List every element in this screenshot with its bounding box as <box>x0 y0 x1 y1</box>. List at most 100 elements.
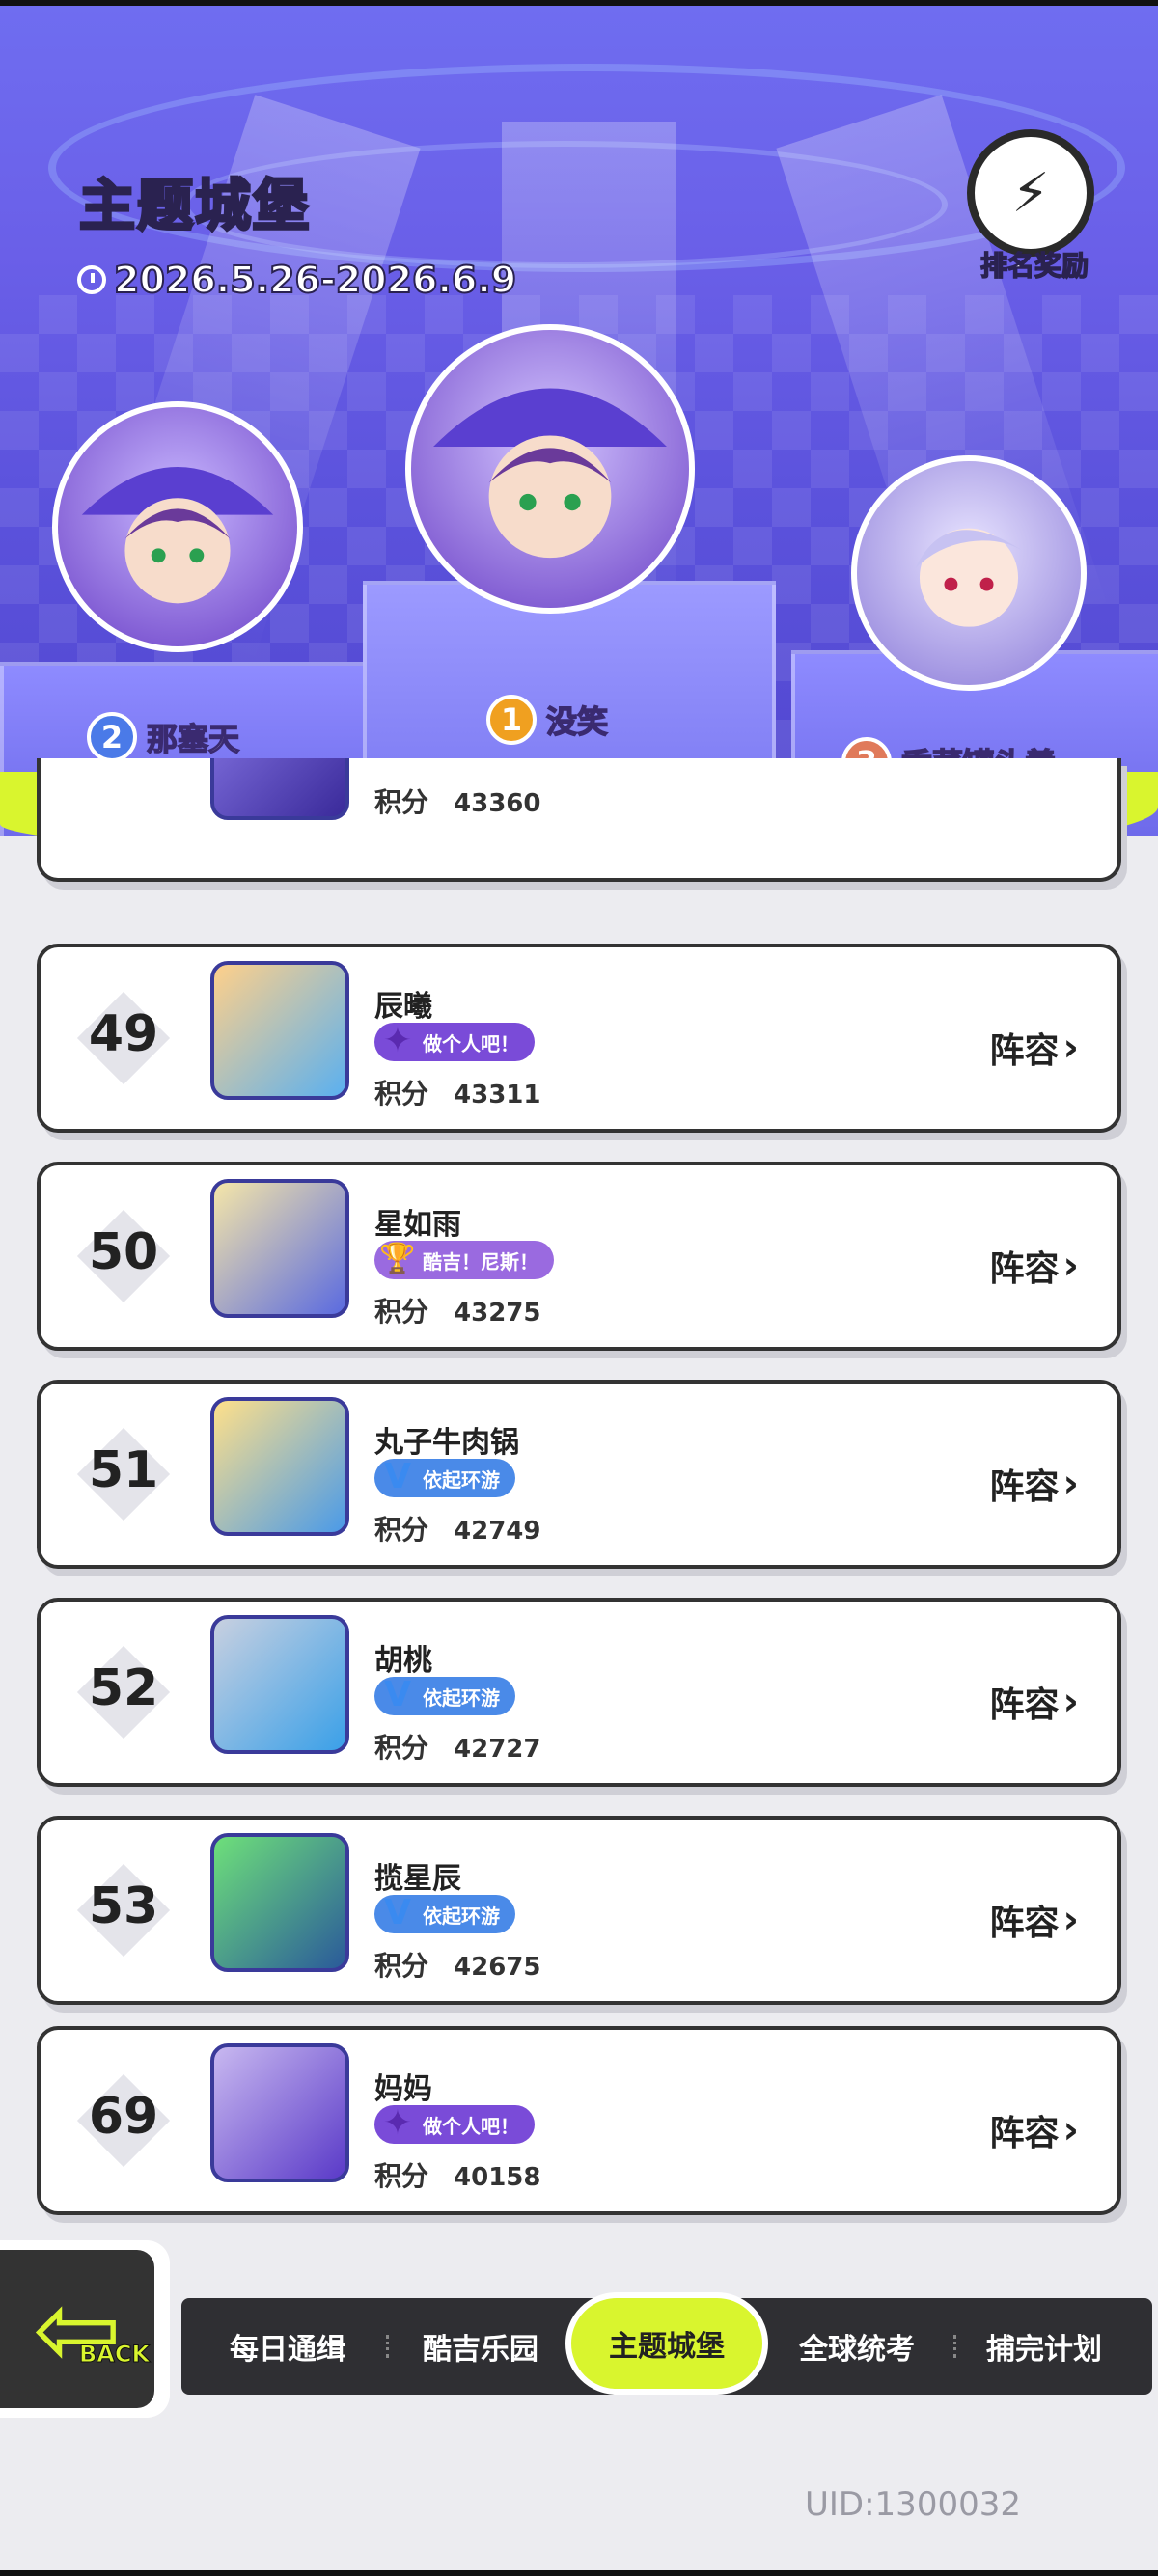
score-value: 42749 <box>454 1517 541 1546</box>
team-label: 阵容 <box>989 1249 1060 1289</box>
chevron-right-icon: › <box>1062 1898 1079 1942</box>
score-value: 43311 <box>454 1081 541 1110</box>
user-id: UID:1300032 <box>805 2485 1021 2524</box>
view-team-button[interactable]: 阵容 › <box>990 1677 1080 1727</box>
bottom-tab-bar: 每日通缉 酷吉乐园 主题城堡 全球统考 捕完计划 <box>181 2292 1152 2395</box>
view-team-button[interactable]: 阵容 › <box>990 1023 1080 1073</box>
player-score: 积分 42675 <box>374 1945 540 1984</box>
reward-shield-icon: ⚡ <box>967 129 1094 257</box>
rank-1-medal-icon: 1 <box>486 695 537 745</box>
score-label: 积分 <box>374 1514 429 1546</box>
player-avatar[interactable] <box>210 2043 349 2182</box>
badge-text: 依起环游 <box>423 1904 500 1928</box>
chevron-right-icon: › <box>1062 2108 1079 2152</box>
badge-icon: V <box>384 1674 411 1714</box>
player-avatar <box>210 758 349 820</box>
podium-rank-1: 1 没笑 <box>486 695 609 745</box>
player-score: 积分 43360 <box>374 786 541 818</box>
view-team-button[interactable]: 阵容 › <box>990 2105 1080 2155</box>
list-item-partial[interactable]: 积分 43360 <box>37 758 1121 882</box>
tab-catch-plan[interactable]: 捕完计划 <box>951 2298 1137 2395</box>
score-label: 积分 <box>374 2160 429 2192</box>
score-label: 积分 <box>374 1732 429 1764</box>
list-item[interactable]: 52 胡桃 V 依起环游 积分 42727 阵容 › <box>37 1598 1121 1787</box>
player-score: 积分 43311 <box>374 1073 540 1111</box>
team-label: 阵容 <box>989 1031 1060 1071</box>
list-item[interactable]: 49 辰曦 ✦ 做个人吧！ 积分 43311 阵容 › <box>37 944 1121 1133</box>
badge-icon: 🏆 <box>379 1241 416 1275</box>
badge-text: 依起环游 <box>423 1467 500 1492</box>
tab-daily-wanted[interactable]: 每日通缉 <box>195 2298 380 2395</box>
player-avatar[interactable] <box>210 1397 349 1536</box>
badge-text: 酷吉！尼斯！ <box>423 1249 538 1274</box>
podium-name-2: 那塞天 <box>146 720 240 758</box>
clock-icon <box>77 265 106 294</box>
podium-avatar-2[interactable] <box>52 401 303 652</box>
view-team-button[interactable]: 阵容 › <box>990 1459 1080 1509</box>
player-score: 积分 43275 <box>374 1291 540 1329</box>
player-avatar[interactable] <box>210 1833 349 1972</box>
player-score: 积分 42749 <box>374 1509 540 1548</box>
player-avatar[interactable] <box>210 1615 349 1754</box>
podium-avatar-1[interactable] <box>405 324 695 614</box>
tab-theme-castle[interactable]: 主题城堡 <box>565 2292 768 2395</box>
back-label: BACK <box>78 2341 151 2369</box>
player-badge: 🏆 酷吉！尼斯！ <box>374 1241 554 1279</box>
rank-number: 69 <box>88 2088 159 2146</box>
rank-2-medal-icon: 2 <box>87 712 137 762</box>
player-badge: V 依起环游 <box>374 1457 515 1497</box>
score-label: 积分 <box>374 1950 429 1982</box>
player-badge: ✦ 做个人吧！ <box>374 2103 535 2144</box>
date-range: 2026.5.26-2026.6.9 <box>77 258 517 302</box>
score-label: 积分 <box>374 1296 429 1328</box>
team-label: 阵容 <box>989 1685 1060 1725</box>
view-team-button[interactable]: 阵容 › <box>990 1241 1080 1291</box>
player-badge: ✦ 做个人吧！ <box>374 1021 535 1061</box>
badge-icon: V <box>384 1456 411 1496</box>
player-badge: V 依起环游 <box>374 1893 515 1933</box>
list-item[interactable]: 50 星如雨 🏆 酷吉！尼斯！ 积分 43275 阵容 › <box>37 1162 1121 1351</box>
rank-number: 52 <box>88 1659 159 1717</box>
badge-text: 做个人吧！ <box>423 1031 519 1055</box>
view-team-button[interactable]: 阵容 › <box>990 1895 1080 1945</box>
rank-number: 50 <box>88 1223 159 1281</box>
player-avatar[interactable] <box>210 961 349 1100</box>
page-title: 主题城堡 <box>77 172 312 240</box>
chevron-right-icon: › <box>1062 1462 1079 1506</box>
tab-global-exam[interactable]: 全球统考 <box>764 2298 950 2395</box>
team-label: 阵容 <box>989 1904 1060 1943</box>
team-label: 阵容 <box>989 1467 1060 1507</box>
rank-reward-button[interactable]: ⚡ 排名奖励 <box>959 129 1110 284</box>
rank-number: 53 <box>88 1877 159 1935</box>
badge-icon: ✦ <box>382 2102 413 2143</box>
score-value: 42727 <box>454 1735 541 1764</box>
score-value: 43275 <box>454 1299 541 1328</box>
rank-number: 51 <box>88 1441 159 1499</box>
list-item[interactable]: 53 揽星辰 V 依起环游 积分 42675 阵容 › <box>37 1816 1121 2005</box>
podium-rank-2: 2 那塞天 <box>87 712 240 762</box>
chevron-right-icon: › <box>1062 1244 1079 1288</box>
chevron-right-icon: › <box>1062 1026 1079 1070</box>
badge-icon: ✦ <box>382 1020 413 1060</box>
list-item[interactable]: 51 丸子牛肉锅 V 依起环游 积分 42749 阵容 › <box>37 1380 1121 1569</box>
score-label: 积分 <box>374 1078 429 1110</box>
list-item[interactable]: 69 妈妈 ✦ 做个人吧！ 积分 40158 阵容 › <box>37 2026 1121 2215</box>
player-avatar[interactable] <box>210 1179 349 1318</box>
player-badge: V 依起环游 <box>374 1675 515 1715</box>
back-button[interactable]: ⇦ BACK <box>0 2240 170 2418</box>
score-value: 42675 <box>454 1953 541 1982</box>
player-score: 积分 40158 <box>374 2155 540 2194</box>
team-label: 阵容 <box>989 2114 1060 2153</box>
tab-kuji-park[interactable]: 酷吉乐园 <box>388 2298 573 2395</box>
rank-reward-label: 排名奖励 <box>979 249 1089 283</box>
badge-text: 做个人吧！ <box>423 2114 519 2138</box>
badge-icon: V <box>384 1892 411 1932</box>
score-value: 40158 <box>454 2163 541 2192</box>
date-range-text: 2026.5.26-2026.6.9 <box>113 258 517 302</box>
rank-number: 49 <box>88 1005 159 1063</box>
player-score: 积分 42727 <box>374 1727 540 1766</box>
podium-avatar-3[interactable] <box>851 455 1087 691</box>
badge-text: 依起环游 <box>423 1685 500 1710</box>
bottom-bar <box>0 2570 1158 2576</box>
podium-name-1: 没笑 <box>545 702 609 741</box>
